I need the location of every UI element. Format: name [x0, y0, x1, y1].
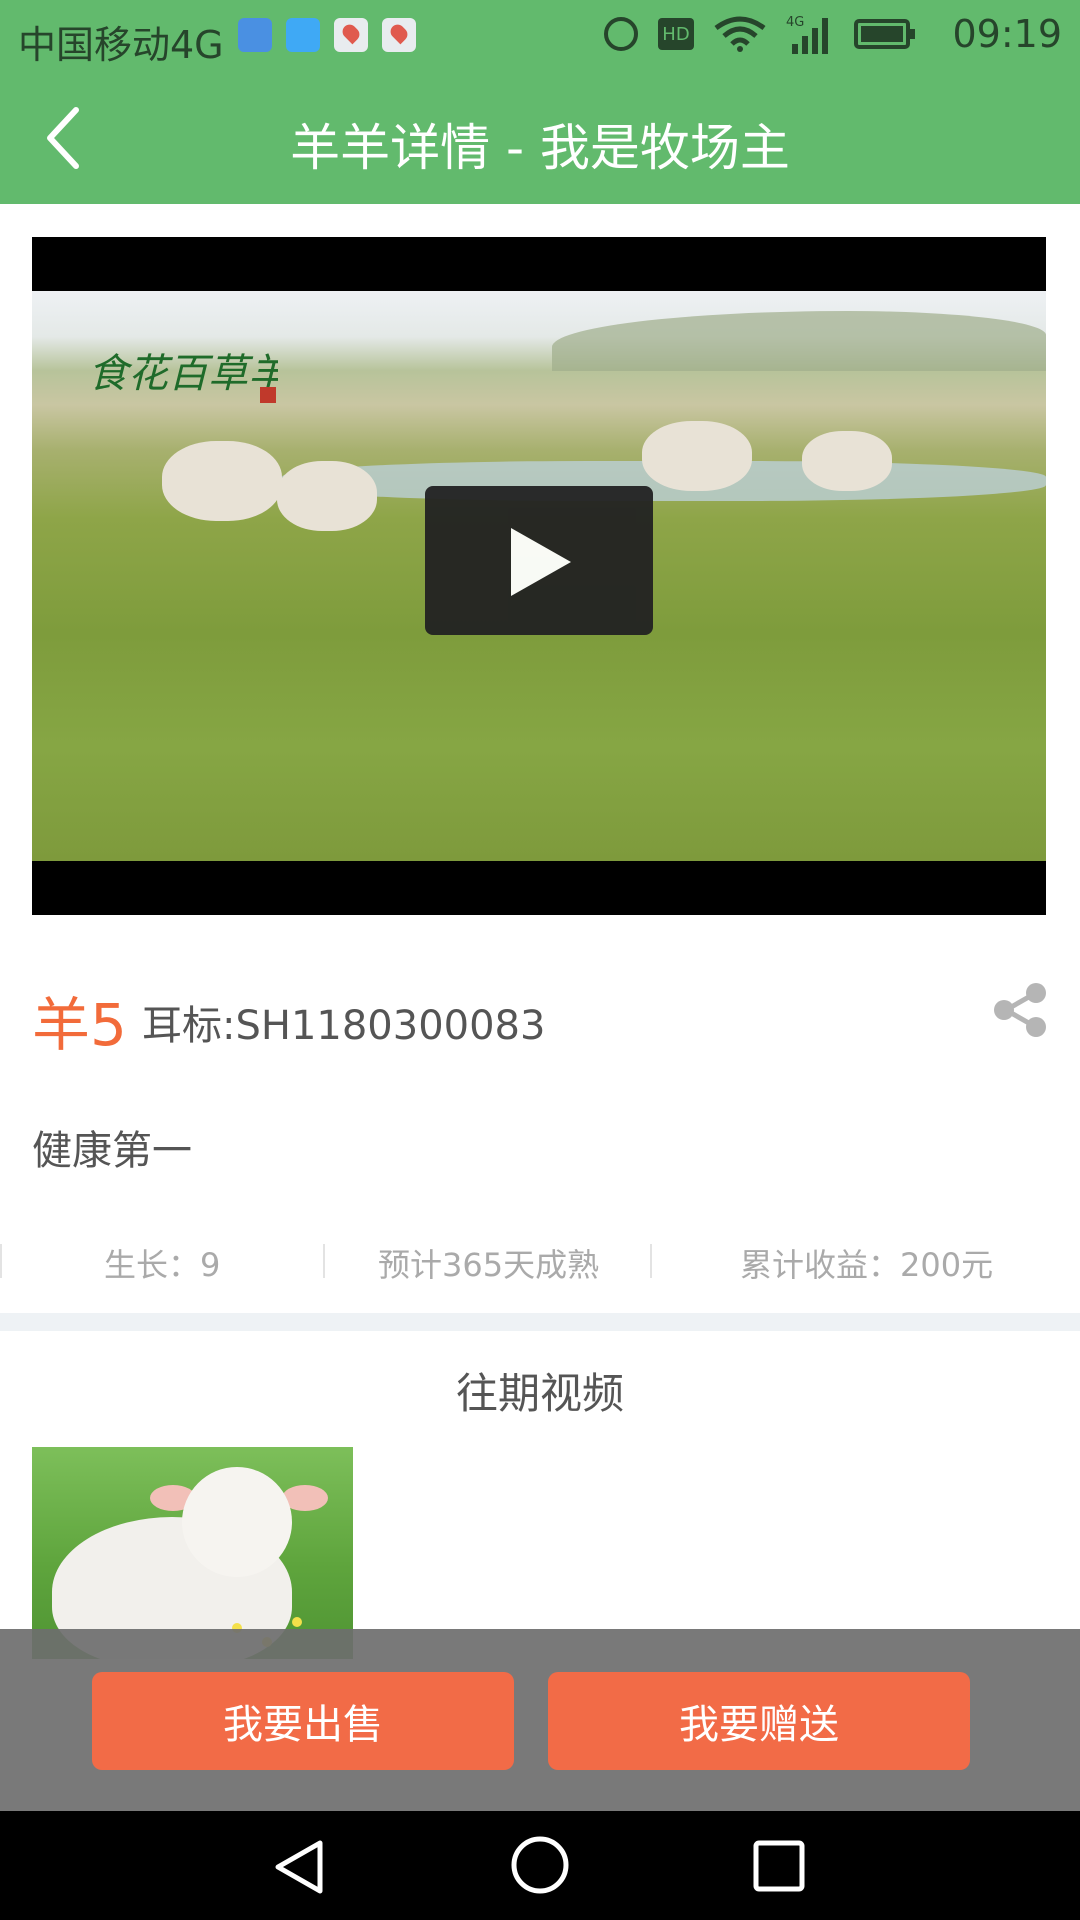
video-sheep [162, 441, 282, 521]
income-stat: 累计收益：200元 [740, 1246, 994, 1284]
sell-button[interactable]: 我要出售 [92, 1672, 514, 1770]
sheep-description: 健康第一 [32, 1128, 192, 1174]
video-sheep [642, 421, 752, 491]
network-label: 4G [786, 15, 804, 30]
share-icon[interactable] [992, 982, 1048, 1038]
alarm-icon [604, 17, 638, 51]
past-video-thumbnail[interactable] [32, 1447, 353, 1659]
page-title: 羊羊详情 - 我是牧场主 [290, 119, 790, 177]
ear-tag: 耳标:SH1180300083 [142, 1003, 546, 1049]
title-bar: 羊羊详情 - 我是牧场主 [0, 72, 1080, 204]
growth-stat: 生长：9 [104, 1246, 221, 1284]
clock: 09:19 [952, 12, 1062, 56]
action-bar: 我要出售 我要赠送 [0, 1629, 1080, 1811]
video-player[interactable]: 食花百草羊 [32, 237, 1046, 915]
nav-home-icon[interactable] [510, 1835, 570, 1895]
stats-row: 生长：9 预计365天成熟 累计收益：200元 [0, 1232, 1080, 1288]
notification-icons [238, 18, 416, 52]
wifi-icon [714, 16, 766, 52]
health-app-icon [238, 18, 272, 52]
brand-logo: 食花百草羊 [88, 351, 278, 403]
stats-divider [0, 1244, 2, 1278]
message-app-icon [286, 18, 320, 52]
flower [292, 1617, 302, 1627]
stats-divider [323, 1244, 325, 1278]
video-hills [552, 311, 1046, 371]
carrier-label: 中国移动4G [18, 23, 224, 67]
signal-icon: 4G [786, 15, 828, 54]
battery-icon [854, 19, 915, 49]
video-sheep [277, 461, 377, 531]
sheep-name: 羊5 [32, 991, 127, 1059]
gift-button[interactable]: 我要赠送 [548, 1672, 970, 1770]
map-app-icon [334, 18, 368, 52]
stats-divider [650, 1244, 652, 1278]
section-separator [0, 1313, 1080, 1331]
navigation-bar [0, 1811, 1080, 1920]
past-videos-title: 往期视频 [455, 1369, 624, 1418]
hd-icon: HD [658, 18, 694, 50]
system-icons: HD 4G [604, 14, 915, 54]
status-bar: 中国移动4G HD 4G 09:19 [0, 0, 1080, 72]
play-icon [511, 528, 571, 596]
maturity-stat: 预计365天成熟 [378, 1246, 600, 1284]
lamb-head [182, 1467, 292, 1577]
nav-back-icon[interactable] [272, 1839, 328, 1895]
play-button[interactable] [425, 486, 653, 635]
video-sheep [802, 431, 892, 491]
svg-text:食花百草羊: 食花百草羊 [88, 351, 278, 397]
map-app-icon-2 [382, 18, 416, 52]
nav-recents-icon[interactable] [752, 1839, 806, 1893]
